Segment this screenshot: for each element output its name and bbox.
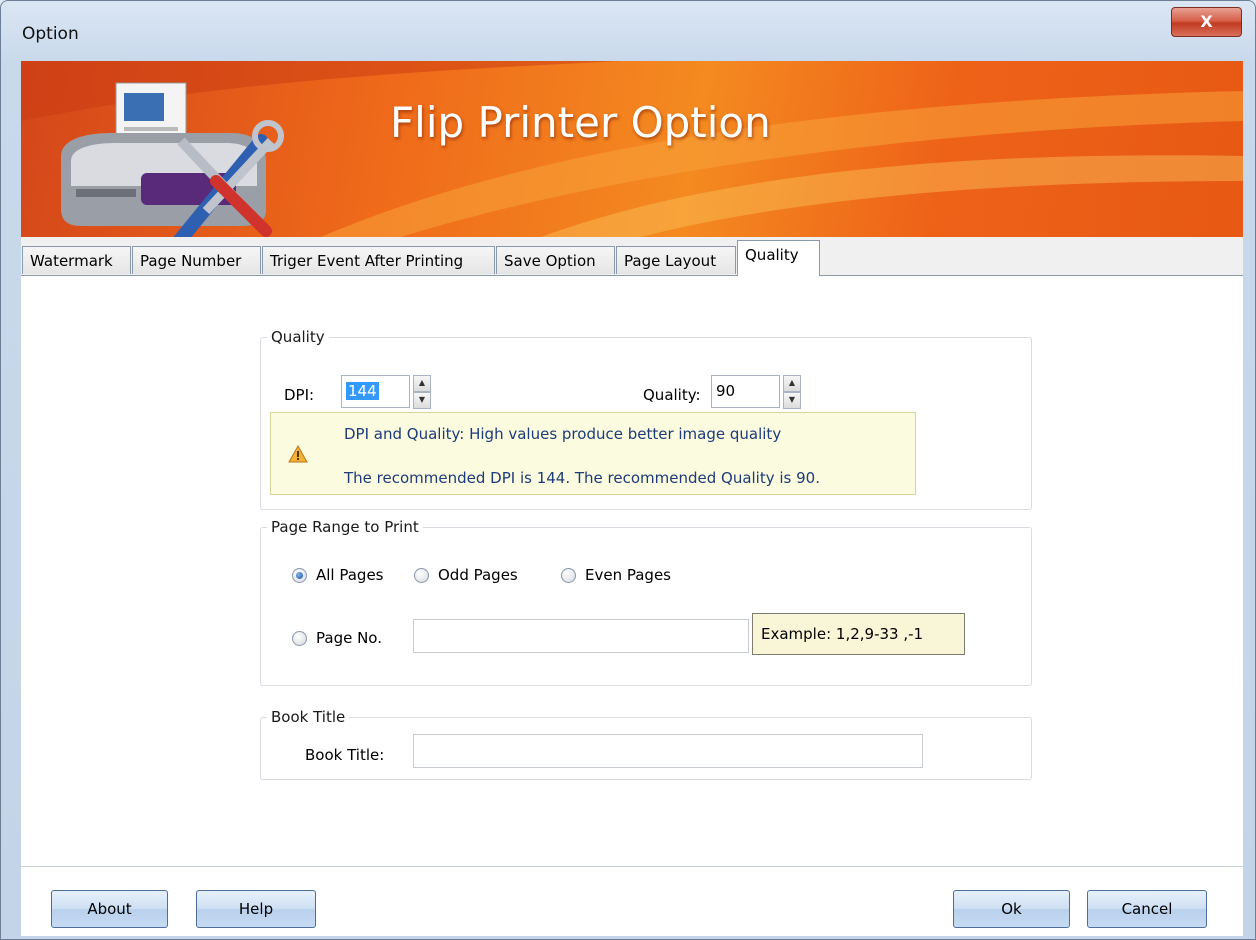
dpi-value: 144 <box>346 382 379 400</box>
option-window: Option X Flip Printer Option Watermark P… <box>0 0 1256 940</box>
dpi-label: DPI: <box>284 386 315 404</box>
page-no-field[interactable] <box>413 619 749 653</box>
dialog-footer: About Help Ok Cancel <box>21 866 1243 936</box>
tab-label: Page Number <box>140 252 242 270</box>
warning-icon <box>288 445 308 463</box>
quality-tab-panel: Quality DPI: 144 ▲ ▼ Quality: 90 ▲ ▼ DPI… <box>21 276 1243 866</box>
odd-pages-radio[interactable] <box>414 568 429 583</box>
odd-pages-label[interactable]: Odd Pages <box>438 566 518 584</box>
tab-strip: Watermark Page Number Triger Event After… <box>21 237 1243 276</box>
all-pages-radio[interactable] <box>292 568 307 583</box>
page-no-example-tip: Example: 1,2,9-33 ,-1 <box>752 613 965 655</box>
tab-watermark[interactable]: Watermark <box>22 246 131 274</box>
help-button[interactable]: Help <box>196 890 316 928</box>
tab-quality[interactable]: Quality <box>737 240 820 276</box>
tab-page-layout[interactable]: Page Layout <box>616 246 736 274</box>
tab-label: Quality <box>745 246 799 264</box>
warning-line-1: DPI and Quality: High values produce bet… <box>344 425 782 443</box>
banner-title: Flip Printer Option <box>390 98 771 147</box>
ok-button[interactable]: Ok <box>953 890 1070 928</box>
even-pages-radio[interactable] <box>561 568 576 583</box>
close-icon: X <box>1200 12 1213 31</box>
book-title-group-legend: Book Title <box>267 708 350 726</box>
quality-stepper[interactable]: ▲ ▼ <box>783 375 801 409</box>
quality-value: 90 <box>716 382 736 400</box>
close-button[interactable]: X <box>1171 7 1242 37</box>
dpi-input[interactable]: 144 <box>341 375 410 408</box>
dpi-up-button[interactable]: ▲ <box>413 375 431 392</box>
tab-label: Save Option <box>504 252 596 270</box>
header-banner: Flip Printer Option <box>21 61 1243 237</box>
quality-warning-box: DPI and Quality: High values produce bet… <box>270 412 916 495</box>
tab-label: Page Layout <box>624 252 717 270</box>
page-range-group: Page Range to Print All Pages Odd Pages … <box>260 518 1032 686</box>
quality-label: Quality: <box>643 386 701 404</box>
all-pages-label[interactable]: All Pages <box>316 566 384 584</box>
cancel-button[interactable]: Cancel <box>1087 890 1207 928</box>
quality-down-button[interactable]: ▼ <box>783 392 801 409</box>
about-button[interactable]: About <box>51 890 168 928</box>
dpi-down-button[interactable]: ▼ <box>413 392 431 409</box>
window-title: Option <box>22 24 79 44</box>
quality-group-legend: Quality <box>267 328 329 346</box>
dpi-stepper[interactable]: ▲ ▼ <box>413 375 431 409</box>
tab-label: Watermark <box>30 252 113 270</box>
page-no-label[interactable]: Page No. <box>316 629 382 647</box>
quality-input[interactable]: 90 <box>711 375 780 408</box>
tab-save-option[interactable]: Save Option <box>496 246 615 274</box>
book-title-label: Book Title: <box>305 746 385 764</box>
tab-triger-event[interactable]: Triger Event After Printing <box>262 246 495 274</box>
page-range-group-legend: Page Range to Print <box>267 518 423 536</box>
page-no-radio[interactable] <box>292 631 307 646</box>
even-pages-label[interactable]: Even Pages <box>585 566 671 584</box>
book-title-field[interactable] <box>413 734 923 768</box>
tab-page-number[interactable]: Page Number <box>132 246 261 274</box>
banner-graphics <box>21 61 1243 237</box>
warning-line-2: The recommended DPI is 144. The recommen… <box>344 469 820 487</box>
tab-label: Triger Event After Printing <box>270 252 464 270</box>
book-title-group: Book Title Book Title: <box>260 708 1032 780</box>
dialog-client: Flip Printer Option Watermark Page Numbe… <box>21 61 1243 936</box>
title-bar[interactable]: Option X <box>1 1 1255 61</box>
quality-up-button[interactable]: ▲ <box>783 375 801 392</box>
